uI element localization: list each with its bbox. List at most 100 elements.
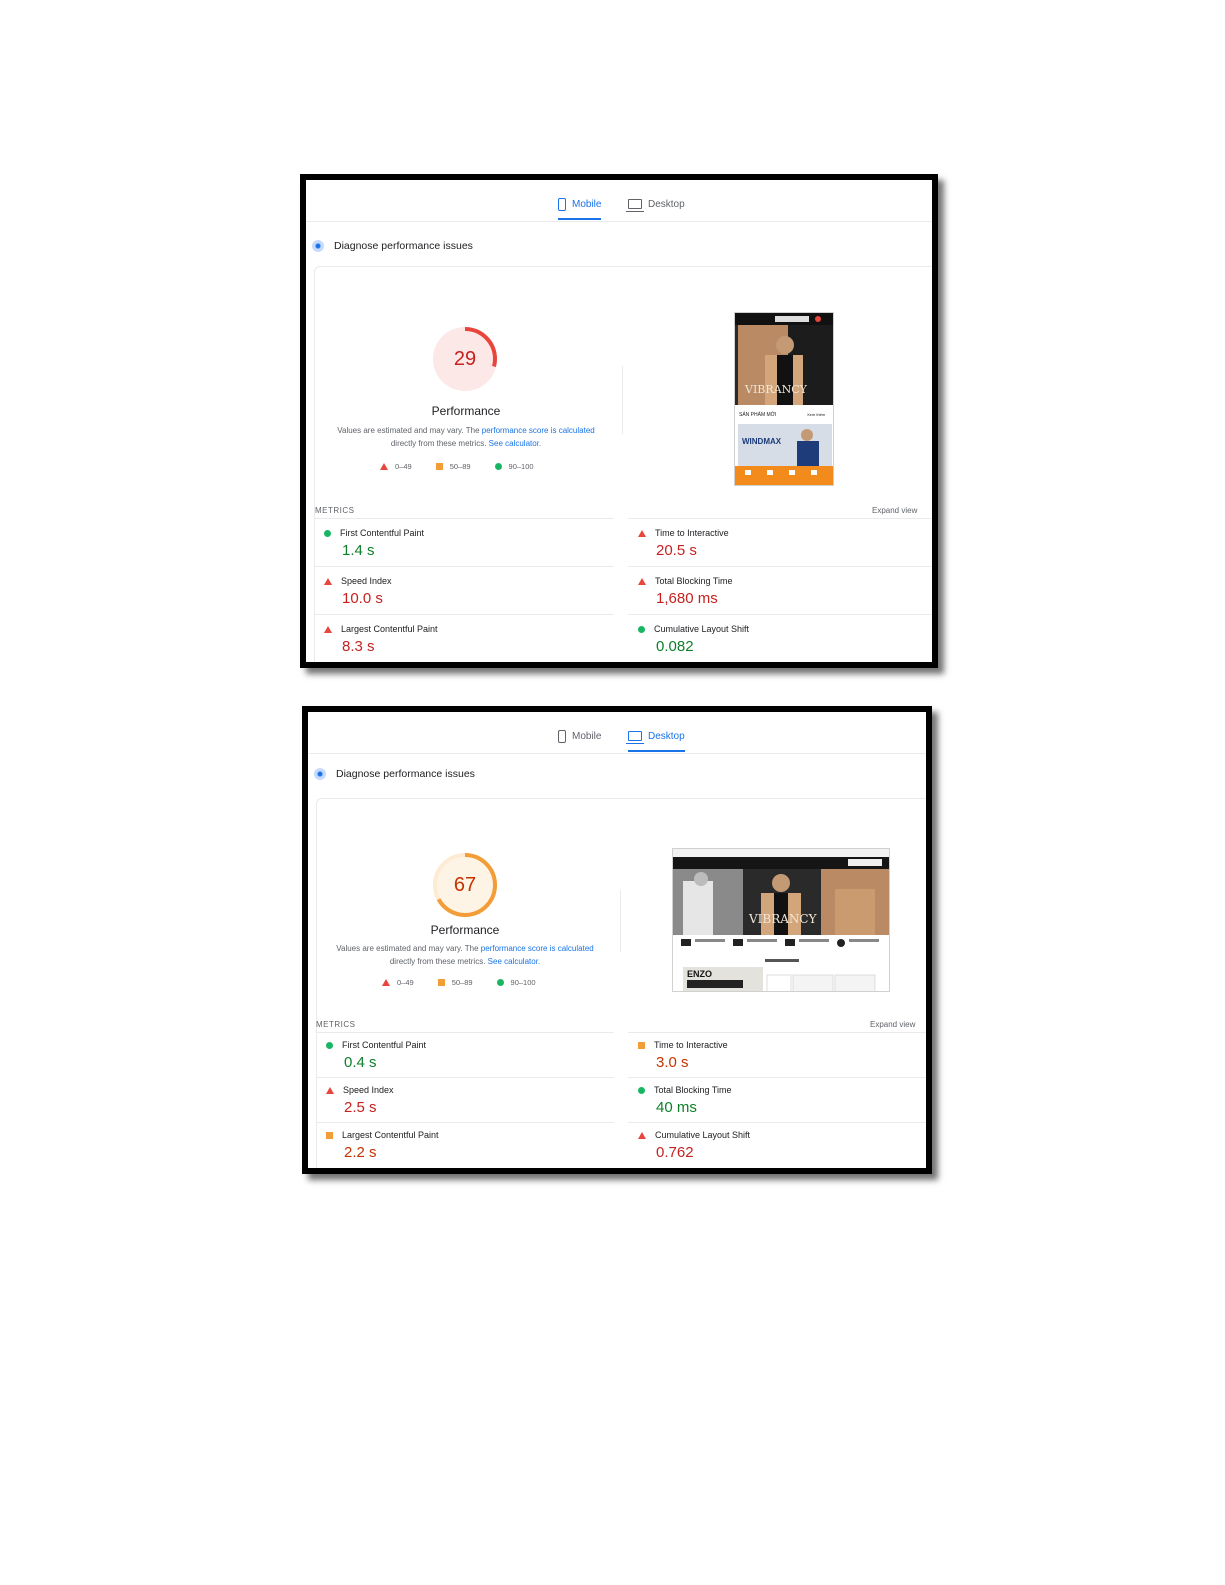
legend-fail: 0–49 [382,978,414,987]
metric-total-blocking-time: Total Blocking Time 40 ms [628,1077,926,1122]
desc-text-2: directly from these metrics. [390,439,487,448]
performance-label: Performance [431,404,501,418]
metric-first-contentful-paint: First Contentful Paint 1.4 s [314,518,614,566]
score-value: 29 [453,347,477,370]
desc-text: Values are estimated and may vary. The [337,426,480,435]
fail-triangle-icon [638,577,646,585]
phone-icon [558,197,566,211]
metric-time-to-interactive: Time to Interactive 20.5 s [628,518,932,566]
metric-total-blocking-time: Total Blocking Time 1,680 ms [628,566,932,614]
tab-mobile-label: Mobile [572,198,602,210]
legend-average-label: 50–89 [451,978,473,987]
legend-average: 50–89 [435,462,471,471]
legend-fail-label: 0–49 [397,978,414,987]
metrics-heading: METRICS [315,506,355,515]
metric-value: 1,680 ms [656,590,718,607]
metric-value: 3.0 s [656,1054,689,1071]
tab-desktop[interactable]: Desktop [626,721,685,752]
legend-average-label: 50–89 [449,462,471,471]
mobile-report-screenshot: Mobile Desktop Diagnose performance issu… [300,174,938,668]
metric-largest-contentful-paint: Largest Contentful Paint 2.2 s [316,1122,614,1167]
metric-speed-index: Speed Index 10.0 s [314,566,614,614]
average-square-icon [437,979,445,986]
metric-speed-index: Speed Index 2.5 s [316,1077,614,1122]
metric-label: Speed Index [341,576,392,586]
metric-label: First Contentful Paint [342,1040,427,1050]
section-divider [620,890,621,952]
metric-value: 1.4 s [342,542,375,559]
pass-circle-icon [324,529,331,537]
metric-first-contentful-paint: First Contentful Paint 0.4 s [316,1032,614,1077]
metric-value: 40 ms [656,1099,697,1116]
desktop-report-screenshot: Mobile Desktop Diagnose performance issu… [302,706,932,1174]
legend-pass-label: 90–100 [508,462,534,471]
score-gauge: 29 [432,326,498,392]
metric-label: Total Blocking Time [654,1085,732,1095]
fail-triangle-icon [638,529,646,537]
score-calculated-link[interactable]: performance score is calculated [481,944,594,953]
expand-view-toggle[interactable]: Expand view [870,1020,915,1029]
diagnose-title: Diagnose performance issues [336,768,475,780]
metric-label: Largest Contentful Paint [342,1130,439,1140]
pass-circle-icon [638,1086,645,1094]
see-calculator-link[interactable]: See calculator. [489,439,541,448]
average-square-icon [326,1131,333,1139]
performance-description: Values are estimated and may vary. The p… [316,424,616,450]
tab-mobile[interactable]: Mobile [558,721,601,751]
metric-value: 0.082 [656,638,694,655]
metric-value: 2.5 s [344,1099,377,1116]
tab-desktop[interactable]: Desktop [626,189,685,219]
fail-triangle-icon [638,1131,646,1139]
metric-value: 2.2 s [344,1144,377,1161]
metric-label: Cumulative Layout Shift [655,1130,751,1140]
expand-view-toggle[interactable]: Expand view [872,506,917,515]
metric-cumulative-layout-shift: Cumulative Layout Shift 0.762 [628,1122,926,1167]
tab-desktop-label: Desktop [648,198,685,210]
svg-text:WINDMAX: WINDMAX [742,437,782,446]
active-tab-indicator [628,750,685,752]
diagnose-header: Diagnose performance issues [314,768,475,780]
pass-circle-icon [638,625,645,633]
score-legend: 0–49 50–89 90–100 [380,462,558,471]
score-legend: 0–49 50–89 90–100 [382,978,560,987]
diagnose-icon [314,768,326,780]
score-calculated-link[interactable]: performance score is calculated [482,426,595,435]
pass-circle-icon [326,1041,333,1049]
metric-time-to-interactive: Time to Interactive 3.0 s [628,1032,926,1077]
tab-desktop-label: Desktop [648,730,685,742]
score-value: 67 [453,873,477,896]
desktop-page-screenshot: VIBRANCY ENZO [672,848,890,992]
pass-circle-icon [494,463,502,470]
device-tabs: Mobile Desktop [306,180,932,222]
performance-label: Performance [430,923,500,937]
legend-pass: 90–100 [496,978,536,987]
svg-text:Xem thêm: Xem thêm [807,412,826,417]
fail-triangle-icon [380,463,388,470]
fail-triangle-icon [382,979,390,986]
fail-triangle-icon [324,625,332,633]
metric-label: First Contentful Paint [340,528,425,538]
metric-label: Time to Interactive [655,528,729,538]
average-square-icon [435,463,443,470]
metric-label: Speed Index [343,1085,394,1095]
metric-largest-contentful-paint: Largest Contentful Paint 8.3 s [314,614,614,662]
svg-text:SẢN PHẨM MỚI: SẢN PHẨM MỚI [739,411,776,418]
metric-value: 0.4 s [344,1054,377,1071]
metric-label: Time to Interactive [654,1040,728,1050]
performance-description: Values are estimated and may vary. The p… [315,942,615,968]
metric-label: Cumulative Layout Shift [654,624,750,634]
desc-text: Values are estimated and may vary. The [336,944,479,953]
svg-text:ENZO: ENZO [687,969,712,979]
metric-value: 10.0 s [342,590,383,607]
section-divider [622,366,623,434]
see-calculator-link[interactable]: See calculator. [488,957,540,966]
mobile-page-screenshot: VIBRANCY SẢN PHẨM MỚI Xem thêm WINDMAX [734,312,834,486]
tab-mobile[interactable]: Mobile [558,189,602,220]
tab-mobile-label: Mobile [572,730,602,742]
pass-circle-icon [496,979,504,986]
desc-text-2: directly from these metrics. [389,957,486,966]
metric-label: Largest Contentful Paint [341,624,438,634]
legend-average: 50–89 [437,978,473,987]
fail-triangle-icon [326,1086,334,1094]
legend-pass: 90–100 [494,462,534,471]
